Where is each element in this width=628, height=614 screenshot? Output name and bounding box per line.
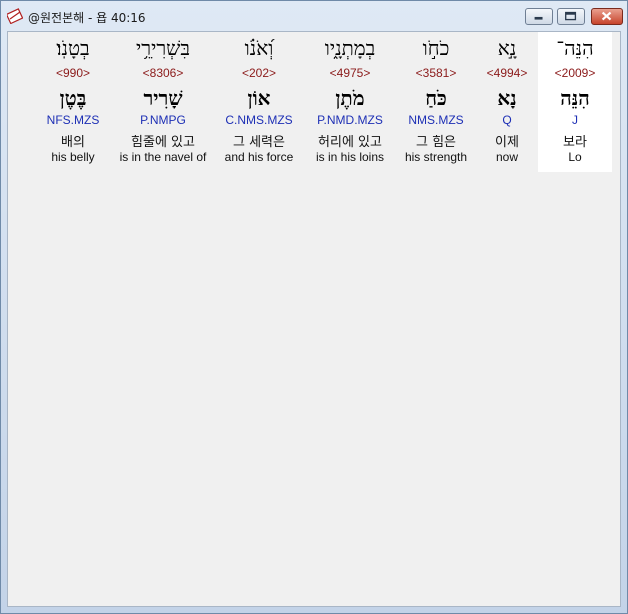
hebrew-lemma: הִנֵּה (560, 86, 590, 110)
strong-number[interactable]: <2009> (538, 66, 612, 80)
hebrew-lemma: נָא (497, 86, 517, 110)
strong-number[interactable]: <202> (218, 66, 300, 80)
parsing-code: J (572, 113, 578, 127)
english-gloss: and his force (224, 150, 294, 164)
english-gloss: is in the navel of (119, 150, 207, 164)
word-column[interactable]: בִּשְׁרִירֵ֥י <8306> שָׁרִיר P.NMPG 힘줄에 … (112, 32, 214, 172)
korean-gloss: 이제 (495, 135, 519, 150)
window-title: @원전본해 - 욥 40:16 (28, 11, 146, 25)
strong-number[interactable]: <4975> (306, 66, 394, 80)
hebrew-lemma: שָׁרִיר (143, 86, 183, 110)
korean-gloss: 그 세력은 (233, 135, 285, 150)
english-gloss: is in his loins (315, 150, 385, 164)
parsing-code: NMS.MZS (408, 113, 464, 127)
strong-number[interactable]: <3581> (398, 66, 474, 80)
app-icon (7, 8, 23, 24)
korean-gloss: 배의 (61, 135, 85, 150)
korean-gloss: 그 힘은 (415, 135, 456, 150)
hebrew-word: בְמָתְנָ֑יו (324, 36, 376, 60)
close-button[interactable] (591, 8, 623, 25)
korean-gloss: 허리에 있고 (318, 135, 382, 150)
korean-gloss: 힘줄에 있고 (131, 135, 195, 150)
maximize-button[interactable] (557, 8, 585, 25)
word-column[interactable]: כֹחֹ֣ו <3581> כֹּחַ NMS.MZS 그 힘은 his str… (398, 32, 474, 172)
word-column[interactable]: נָ֣א <4994> נָא Q 이제 now (478, 32, 536, 172)
title-bar[interactable]: @원전본해 - 욥 40:16 (1, 1, 627, 31)
parsing-code: Q (502, 113, 512, 127)
hebrew-lemma: אוֹן (247, 86, 271, 110)
interlinear-view[interactable]: בְטָנֹֽו׃ <990> בֶּטֶן NFS.MZS 배의 his be… (7, 31, 621, 607)
parsing-code: P.NMD.MZS (317, 113, 383, 127)
strong-number[interactable]: <8306> (112, 66, 214, 80)
hebrew-lemma: בֶּטֶן (59, 86, 87, 110)
parsing-code: C.NMS.MZS (225, 113, 293, 127)
hebrew-word: כֹחֹ֣ו (422, 36, 450, 60)
hebrew-word: הִנֵּה־ (556, 36, 594, 60)
word-column-selected[interactable]: הִנֵּה־ <2009> הִנֵּה J 보라 Lo (538, 32, 612, 172)
word-column[interactable]: בְמָתְנָ֑יו <4975> מֹתֶן P.NMD.MZS 허리에 있… (306, 32, 394, 172)
strong-number[interactable]: <4994> (478, 66, 536, 80)
strong-number[interactable]: <990> (36, 66, 110, 80)
minimize-button[interactable] (525, 8, 553, 25)
hebrew-lemma: כֹּחַ (425, 86, 447, 110)
word-column[interactable]: בְטָנֹֽו׃ <990> בֶּטֶן NFS.MZS 배의 his be… (36, 32, 110, 172)
app-window: @원전본해 - 욥 40:16 בְטָנֹֽו׃ <990> בֶּטֶן N… (0, 0, 628, 614)
maximize-icon (565, 11, 577, 21)
word-column[interactable]: וְ֝אֹנֹ֗ו <202> אוֹן C.NMS.MZS 그 세력은 and… (218, 32, 300, 172)
parsing-code: NFS.MZS (46, 113, 100, 127)
parsing-code: P.NMPG (140, 113, 186, 127)
korean-gloss: 보라 (563, 135, 587, 150)
hebrew-lemma: מֹתֶן (335, 86, 365, 110)
hebrew-word: בִּשְׁרִירֵ֥י (136, 36, 190, 60)
close-icon (601, 11, 612, 21)
hebrew-word: בְטָנֹֽו׃ (56, 36, 90, 60)
english-gloss: now (495, 150, 518, 164)
minimize-icon (534, 16, 543, 20)
hebrew-word: וְ֝אֹנֹ֗ו (244, 36, 274, 60)
english-gloss: Lo (568, 150, 582, 164)
hebrew-word: נָ֣א (497, 36, 517, 60)
english-gloss: his belly (51, 150, 95, 164)
english-gloss: his strength (404, 150, 468, 164)
